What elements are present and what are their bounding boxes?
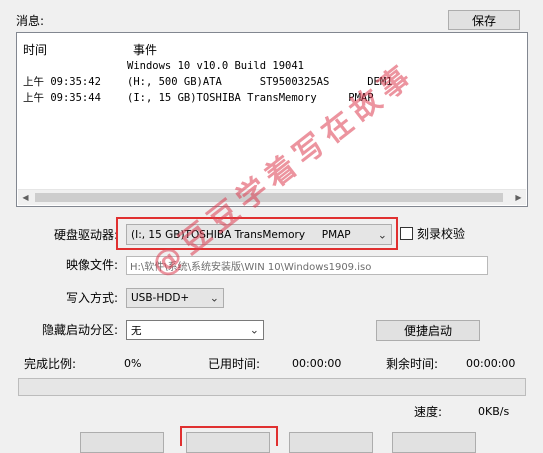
done-ratio-label: 完成比例: xyxy=(24,357,77,371)
hidden-partition-select[interactable]: 无 ⌄ xyxy=(126,320,264,340)
bottom-button-1[interactable] xyxy=(80,432,164,453)
disk-drive-label: 硬盘驱动器: xyxy=(54,228,119,242)
write-mode-select[interactable]: USB-HDD+ ⌄ xyxy=(126,288,224,308)
speed-value: 0KB/s xyxy=(478,405,510,418)
log-header-time: 时间 xyxy=(23,43,48,57)
remaining-time-label: 剩余时间: xyxy=(386,357,439,371)
bottom-button-4[interactable] xyxy=(392,432,476,453)
write-mode-value: USB-HDD+ xyxy=(131,292,190,304)
scroll-thumb[interactable] xyxy=(35,193,503,202)
log-row: Windows 10 v10.0 Build 19041 xyxy=(127,60,305,72)
quick-boot-button[interactable]: 便捷启动 xyxy=(376,320,480,341)
speed-label: 速度: xyxy=(414,405,443,419)
chevron-down-icon: ⌄ xyxy=(209,291,219,305)
highlight-box xyxy=(180,426,278,446)
verify-checkbox[interactable] xyxy=(400,227,413,240)
verify-label: 刻录校验 xyxy=(417,227,466,241)
log-row: 上午 09:35:44 (I:, 15 GB)TOSHIBA TransMemor… xyxy=(23,92,374,104)
bottom-button-3[interactable] xyxy=(289,432,373,453)
log-row: 上午 09:35:42 (H:, 500 GB)ATA ST9500325AS D… xyxy=(23,76,393,88)
hidden-partition-value: 无 xyxy=(131,324,142,337)
chevron-down-icon: ⌄ xyxy=(249,323,259,337)
write-progress-bar xyxy=(18,378,526,396)
done-ratio-value: 0% xyxy=(124,357,142,370)
highlight-box xyxy=(116,217,398,250)
message-log[interactable]: 时间 事件 Windows 10 v10.0 Build 19041 上午 09… xyxy=(16,32,528,207)
elapsed-time-label: 已用时间: xyxy=(208,357,261,371)
scroll-left-icon[interactable]: ◀ xyxy=(18,190,33,205)
scroll-right-icon[interactable]: ▶ xyxy=(511,190,526,205)
save-button[interactable]: 保存 xyxy=(448,10,520,30)
log-header-event: 事件 xyxy=(133,43,158,57)
horizontal-scrollbar[interactable]: ◀ ▶ xyxy=(18,189,526,205)
hidden-partition-label: 隐藏启动分区: xyxy=(42,323,119,337)
image-file-input[interactable]: H:\软件\系统\系统安装版\WIN 10\Windows1909.iso xyxy=(126,256,488,275)
elapsed-time-value: 00:00:00 xyxy=(292,357,342,370)
image-file-label: 映像文件: xyxy=(66,258,119,272)
messages-label: 消息: xyxy=(16,14,45,28)
write-mode-label: 写入方式: xyxy=(66,291,119,305)
remaining-time-value: 00:00:00 xyxy=(466,357,516,370)
